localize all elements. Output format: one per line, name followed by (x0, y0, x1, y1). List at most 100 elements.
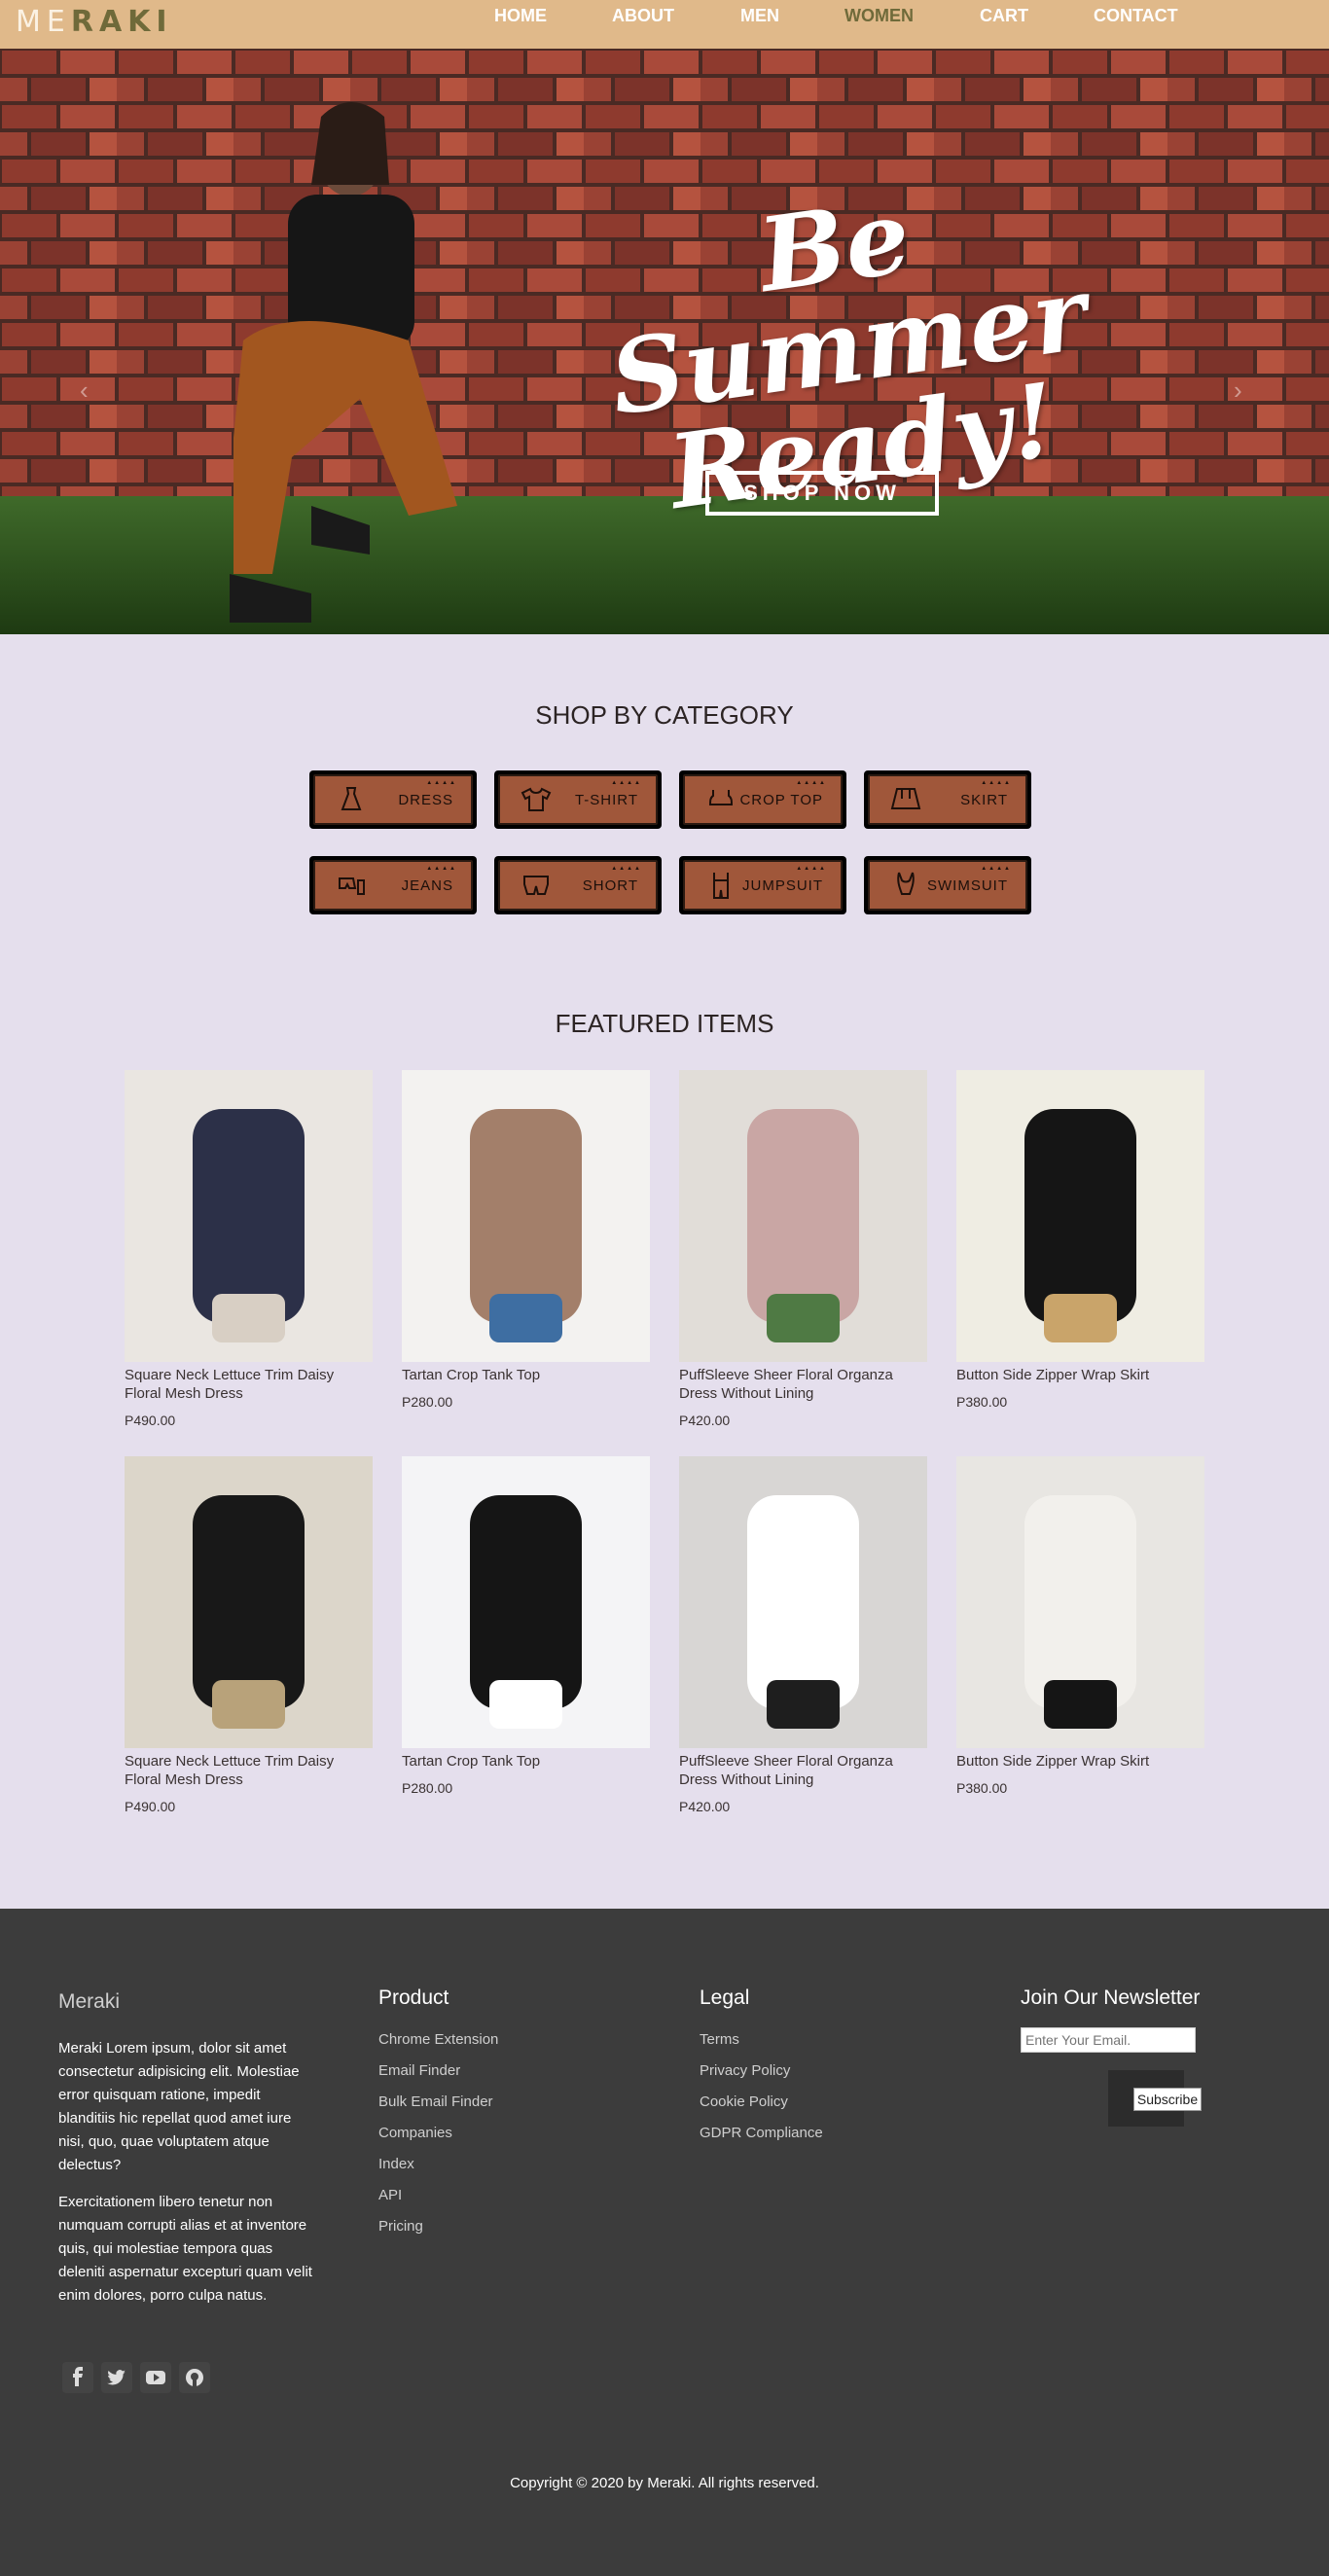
category-label: DRESS (398, 791, 453, 808)
category-stars-decoration: ▲▲▲▲ (981, 780, 1012, 786)
product-card[interactable]: PuffSleeve Sheer Floral Organza Dress Wi… (679, 1070, 927, 1428)
category-stars-decoration: ▲▲▲▲ (796, 866, 827, 872)
footer-brand: Meraki (58, 1990, 121, 2013)
footer-legal-heading: Legal (700, 1986, 750, 2009)
category-stars-decoration: ▲▲▲▲ (611, 780, 642, 786)
carousel-prev-icon[interactable]: ‹ (80, 376, 89, 406)
category-button-dress[interactable]: ▲▲▲▲ DRESS (309, 770, 477, 829)
product-image[interactable] (679, 1456, 927, 1748)
category-button-short[interactable]: ▲▲▲▲ SHORT (494, 856, 662, 914)
product-card[interactable]: Square Neck Lettuce Trim Daisy Floral Me… (125, 1070, 373, 1428)
subscribe-button[interactable]: Subscribe (1133, 2088, 1202, 2111)
shop-by-category-title: SHOP BY CATEGORY (535, 700, 794, 730)
nav-cart[interactable]: CART (980, 6, 1028, 26)
carousel-next-icon[interactable]: › (1234, 376, 1242, 406)
product-price: P280.00 (402, 1780, 453, 1796)
product-image[interactable] (125, 1456, 373, 1748)
nav-men[interactable]: MEN (740, 6, 779, 26)
footer-legal-link[interactable]: GDPR Compliance (700, 2125, 823, 2141)
category-button-swimsuit[interactable]: ▲▲▲▲ SWIMSUIT (864, 856, 1031, 914)
product-card[interactable]: Button Side Zipper Wrap Skirt P380.00 (956, 1070, 1204, 1410)
jeans-icon (339, 877, 365, 895)
jumpsuit-icon (713, 873, 729, 899)
category-stars-decoration: ▲▲▲▲ (796, 780, 827, 786)
logo-dark-part: RAKI (70, 5, 173, 39)
product-name[interactable]: PuffSleeve Sheer Floral Organza Dress Wi… (679, 1366, 927, 1403)
footer-paragraph-1: Meraki Lorem ipsum, dolor sit amet conse… (58, 2040, 300, 2173)
footer-product-link[interactable]: Pricing (378, 2218, 423, 2235)
tshirt-icon (521, 787, 552, 811)
facebook-icon[interactable] (62, 2362, 93, 2393)
product-card[interactable]: Tartan Crop Tank Top P280.00 (402, 1456, 650, 1796)
category-stars-decoration: ▲▲▲▲ (981, 866, 1012, 872)
product-image[interactable] (402, 1456, 650, 1748)
nav-women[interactable]: WOMEN (844, 6, 914, 26)
crop-top-icon (708, 790, 734, 805)
category-stars-decoration: ▲▲▲▲ (611, 866, 642, 872)
product-image[interactable] (402, 1070, 650, 1362)
github-icon[interactable] (179, 2362, 210, 2393)
product-price: P380.00 (956, 1394, 1008, 1410)
category-button-skirt[interactable]: ▲▲▲▲ SKIRT (864, 770, 1031, 829)
category-label: JEANS (401, 877, 453, 894)
product-price: P490.00 (125, 1413, 176, 1428)
footer-product-link[interactable]: Companies (378, 2125, 452, 2141)
product-image[interactable] (956, 1456, 1204, 1748)
category-label: SKIRT (960, 791, 1008, 808)
nav-contact[interactable]: CONTACT (1094, 6, 1178, 26)
nav-about[interactable]: ABOUT (612, 6, 674, 26)
product-card[interactable]: PuffSleeve Sheer Floral Organza Dress Wi… (679, 1456, 927, 1814)
product-name[interactable]: Tartan Crop Tank Top (402, 1752, 650, 1771)
product-name[interactable]: Button Side Zipper Wrap Skirt (956, 1366, 1204, 1384)
category-label: JUMPSUIT (742, 877, 823, 894)
product-price: P420.00 (679, 1799, 731, 1814)
footer-legal-link[interactable]: Cookie Policy (700, 2093, 788, 2110)
product-name[interactable]: PuffSleeve Sheer Floral Organza Dress Wi… (679, 1752, 927, 1789)
logo-light-part: ME (16, 5, 71, 39)
category-button-frame: ▲▲▲▲ JUMPSUIT (683, 860, 843, 911)
footer-product-link[interactable]: API (378, 2187, 402, 2203)
footer-product-link[interactable]: Bulk Email Finder (378, 2093, 493, 2110)
category-button-t-shirt[interactable]: ▲▲▲▲ T-SHIRT (494, 770, 662, 829)
category-label: SHORT (582, 877, 638, 894)
category-button-crop-top[interactable]: ▲▲▲▲ CROP TOP (679, 770, 846, 829)
product-name[interactable]: Square Neck Lettuce Trim Daisy Floral Me… (125, 1366, 373, 1403)
product-name[interactable]: Tartan Crop Tank Top (402, 1366, 650, 1384)
category-button-jumpsuit[interactable]: ▲▲▲▲ JUMPSUIT (679, 856, 846, 914)
logo[interactable]: MERAKI (16, 5, 173, 39)
category-button-frame: ▲▲▲▲ DRESS (313, 774, 473, 825)
product-name[interactable]: Square Neck Lettuce Trim Daisy Floral Me… (125, 1752, 373, 1789)
copyright-text: Copyright © 2020 by Meraki. All rights r… (510, 2475, 819, 2491)
category-button-frame: ▲▲▲▲ T-SHIRT (498, 774, 658, 825)
category-button-frame: ▲▲▲▲ SHORT (498, 860, 658, 911)
featured-items-title: FEATURED ITEMS (555, 1009, 774, 1038)
category-button-frame: ▲▲▲▲ SWIMSUIT (868, 860, 1027, 911)
product-image[interactable] (956, 1070, 1204, 1362)
product-name[interactable]: Button Side Zipper Wrap Skirt (956, 1752, 1204, 1771)
footer-legal-link[interactable]: Privacy Policy (700, 2062, 790, 2079)
short-icon (523, 876, 549, 895)
dress-icon (341, 787, 362, 810)
footer-newsletter-heading: Join Our Newsletter (1021, 1986, 1201, 2009)
category-button-frame: ▲▲▲▲ CROP TOP (683, 774, 843, 825)
footer-legal-link[interactable]: Terms (700, 2031, 739, 2048)
product-card[interactable]: Tartan Crop Tank Top P280.00 (402, 1070, 650, 1410)
category-button-jeans[interactable]: ▲▲▲▲ JEANS (309, 856, 477, 914)
product-price: P380.00 (956, 1780, 1008, 1796)
product-card[interactable]: Button Side Zipper Wrap Skirt P380.00 (956, 1456, 1204, 1796)
product-image[interactable] (125, 1070, 373, 1362)
footer-product-link[interactable]: Email Finder (378, 2062, 460, 2079)
footer-product-link[interactable]: Chrome Extension (378, 2031, 498, 2048)
footer-paragraph-2: Exercitationem libero tenetur non numqua… (58, 2194, 312, 2304)
youtube-icon[interactable] (140, 2362, 171, 2393)
category-label: SWIMSUIT (927, 877, 1008, 894)
footer-product-heading: Product (378, 1986, 449, 2009)
product-price: P490.00 (125, 1799, 176, 1814)
footer-product-link[interactable]: Index (378, 2156, 414, 2172)
shop-now-button[interactable]: SHOP NOW (705, 471, 939, 516)
twitter-icon[interactable] (101, 2362, 132, 2393)
nav-home[interactable]: HOME (494, 6, 547, 26)
product-image[interactable] (679, 1070, 927, 1362)
newsletter-email-input[interactable] (1021, 2027, 1196, 2053)
product-card[interactable]: Square Neck Lettuce Trim Daisy Floral Me… (125, 1456, 373, 1814)
